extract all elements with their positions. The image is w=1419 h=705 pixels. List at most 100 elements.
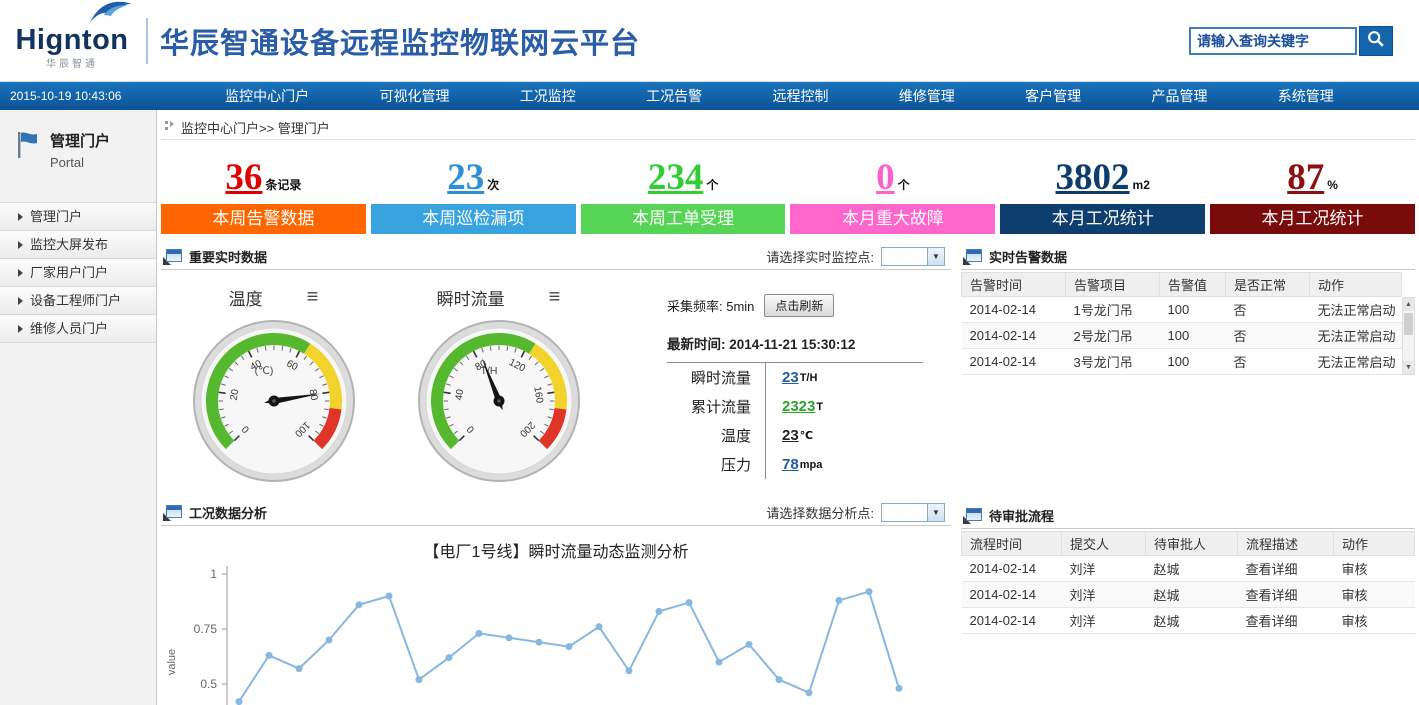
gauge-menu-icon[interactable]: ≡ [549,289,561,305]
column-header: 告警值 [1160,273,1226,297]
nav-item-1[interactable]: 可视化管理 [379,86,449,106]
stat-value[interactable]: 36 [225,156,262,200]
reading-value: 23℃ [765,421,813,450]
column-header: 动作 [1334,532,1415,556]
portal-header: 管理门户 Portal [0,110,156,184]
nav-item-7[interactable]: 产品管理 [1151,86,1207,106]
search-button[interactable] [1359,26,1393,56]
alarm-section-header: 实时告警数据 [961,244,1415,270]
table-cell: 赵城 [1146,556,1238,582]
top-header: Hignton 华辰智通 华辰智通设备远程监控物联网云平台 [0,0,1419,82]
table-cell: 2号龙门吊 [1066,323,1160,349]
table-cell: 否 [1226,323,1310,349]
reading-number: 23 [782,369,799,386]
logo-subtitle: 华辰智通 [8,55,136,70]
sidebar-item-1[interactable]: 监控大屏发布 [0,231,156,259]
column-header: 流程描述 [1238,532,1334,556]
stat-value[interactable]: 234 [648,156,704,200]
sidebar-item-label: 厂家用户门户 [30,259,108,286]
approval-table-wrap: 流程时间提交人待审批人流程描述动作2014-02-14刘洋赵城查看详细审核201… [961,531,1415,634]
panel-icon [163,249,182,265]
stat-label-band[interactable]: 本月工况统计 [1210,204,1415,234]
table-cell: 刘洋 [1062,608,1146,634]
table-row: 2014-02-141号龙门吊100否无法正常启动 [962,297,1402,323]
nav-item-8[interactable]: 系统管理 [1278,86,1334,106]
arrow-icon [18,241,23,249]
reading-label: 温度 [667,425,765,446]
stat-unit: m2 [1133,178,1150,192]
column-header: 提交人 [1062,532,1146,556]
analysis-point-select[interactable]: ▼ [881,503,945,522]
panel-icon [963,249,982,265]
table-row: 2014-02-142号龙门吊100否无法正常启动 [962,323,1402,349]
flow-gauge-block: 瞬时流量 ≡ 04080120160200T/H [386,278,611,500]
breadcrumb: 监控中心门户>> 管理门户 [161,116,1415,140]
stat-label-band[interactable]: 本周告警数据 [161,204,366,234]
nav-item-6[interactable]: 客户管理 [1025,86,1081,106]
nav-item-2[interactable]: 工况监控 [520,86,576,106]
refresh-button[interactable]: 点击刷新 [764,294,834,317]
stat-label-band[interactable]: 本月重大故障 [790,204,995,234]
realtime-point-select[interactable]: ▼ [881,247,945,266]
action-cell[interactable]: 审核 [1334,556,1415,582]
nav-item-5[interactable]: 维修管理 [899,86,955,106]
breadcrumb-icon [165,120,175,135]
arrow-icon [18,325,23,333]
search-input[interactable] [1189,27,1357,55]
nav-item-0[interactable]: 监控中心门户 [225,86,309,106]
chevron-down-icon: ▼ [927,504,944,521]
stat-value[interactable]: 0 [876,156,895,200]
scroll-up-icon[interactable]: ▲ [1403,298,1414,311]
sidebar-item-label: 管理门户 [30,203,82,230]
realtime-select-label: 请选择实时监控点: [766,247,874,266]
sidebar-item-2[interactable]: 厂家用户门户 [0,259,156,287]
reading-number: 2323 [782,398,815,415]
sidebar-item-4[interactable]: 维修人员门户 [0,315,156,343]
stat-label-band[interactable]: 本周巡检漏项 [371,204,576,234]
panel-icon [963,508,982,524]
action-cell[interactable]: 查看详细 [1238,556,1334,582]
approval-section-header: 待审批流程 [961,503,1415,529]
table-cell: 100 [1160,323,1226,349]
svg-text:40: 40 [453,388,466,401]
sidebar-item-3[interactable]: 设备工程师门户 [0,287,156,315]
reading-value: 78mpa [765,450,822,479]
stat-label-band[interactable]: 本周工单受理 [581,204,786,234]
stat-label-band[interactable]: 本月工况统计 [1000,204,1205,234]
stat-value[interactable]: 87 [1287,156,1324,200]
table-cell: 100 [1160,349,1226,375]
scroll-down-icon[interactable]: ▼ [1403,361,1414,374]
stat-value[interactable]: 3802 [1056,156,1130,200]
table-cell: 100 [1160,297,1226,323]
nav-item-4[interactable]: 远程控制 [772,86,828,106]
flow-line-chart: 0.50.751value [161,562,921,705]
alarm-scrollbar[interactable]: ▲ ▼ [1402,297,1415,375]
column-header: 待审批人 [1146,532,1238,556]
stat-card-2: 234个本周工单受理 [581,152,786,234]
nav-item-3[interactable]: 工况告警 [646,86,702,106]
scrollbar-thumb[interactable] [1404,313,1413,335]
stat-value[interactable]: 23 [447,156,484,200]
search-icon [1366,29,1386,52]
reading-value: 2323T [765,392,823,421]
reading-unit: T [816,401,823,413]
gauge-menu-icon[interactable]: ≡ [307,289,319,305]
action-cell[interactable]: 查看详细 [1238,608,1334,634]
gauge-title: 温度 [229,285,263,310]
table-cell: 赵城 [1146,582,1238,608]
column-header: 流程时间 [962,532,1062,556]
arrow-icon [18,297,23,305]
action-cell[interactable]: 审核 [1334,608,1415,634]
action-cell[interactable]: 审核 [1334,582,1415,608]
sidebar-item-0[interactable]: 管理门户 [0,203,156,231]
stat-card-4: 3802m2 本月工况统计 [1000,152,1205,234]
bird-logo-icon [88,0,134,32]
stat-card-3: 0个本月重大故障 [790,152,995,234]
table-row: 2014-02-143号龙门吊100否无法正常启动 [962,349,1402,375]
svg-text:20: 20 [228,388,241,401]
reading-unit: T/H [800,372,818,384]
alarm-section-title: 实时告警数据 [989,247,1067,266]
chevron-down-icon: ▼ [927,248,944,265]
action-cell[interactable]: 查看详细 [1238,582,1334,608]
reading-label: 累计流量 [667,396,765,417]
